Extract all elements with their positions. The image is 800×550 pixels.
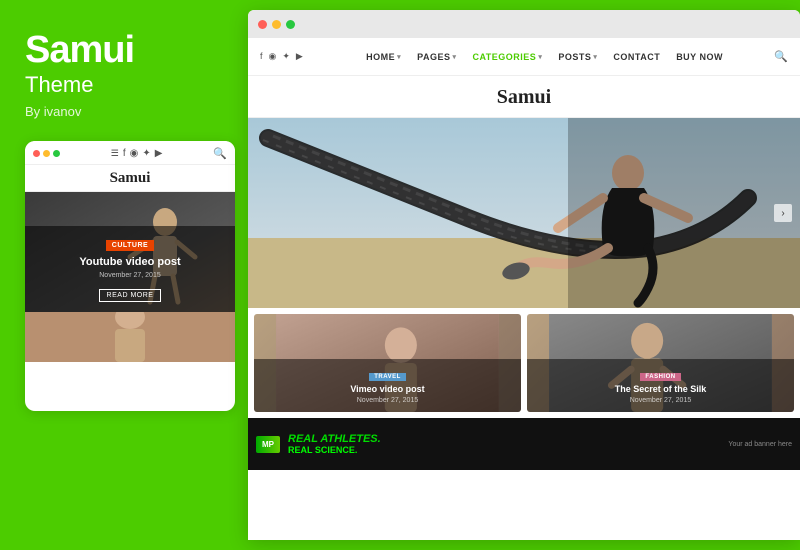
mobile-dot-red xyxy=(33,150,40,157)
mobile-post-date: November 27, 2015 xyxy=(35,272,225,279)
brand-author: By ivanov xyxy=(25,104,228,119)
ad-banner: MP REAL ATHLETES. REAL SCIENCE. Your ad … xyxy=(248,418,800,470)
browser-minimize-dot[interactable] xyxy=(272,20,281,29)
vimeo-category-badge: TRAVEL xyxy=(369,373,406,381)
mobile-twitter-icon: ✦ xyxy=(142,148,150,159)
hero-svg xyxy=(248,118,800,308)
nav-pages-arrow: ▾ xyxy=(452,53,456,61)
nav-youtube-icon[interactable]: ▶ xyxy=(296,51,303,62)
mobile-bottom-image xyxy=(25,312,235,362)
ad-text-block: REAL ATHLETES. REAL SCIENCE. xyxy=(288,433,720,455)
nav-categories-arrow: ▾ xyxy=(538,53,542,61)
nav-buy-now[interactable]: BUY NOW xyxy=(668,52,731,62)
hero-next-button[interactable]: › xyxy=(774,204,792,222)
mobile-site-title: Samui xyxy=(25,165,235,192)
browser-maximize-dot[interactable] xyxy=(286,20,295,29)
nav-home-arrow: ▾ xyxy=(397,53,401,61)
nav-items: HOME ▾ PAGES ▾ CATEGORIES ▾ POSTS ▾ CONT… xyxy=(315,52,774,62)
mobile-post-title: Youtube video post xyxy=(35,255,225,269)
mobile-mockup: ☰ f ◉ ✦ ▶ 🔍 Samui xyxy=(25,141,235,411)
mobile-dots xyxy=(33,150,60,157)
nav-posts-arrow: ▾ xyxy=(593,53,597,61)
vimeo-post-date: November 27, 2015 xyxy=(262,397,513,404)
ad-text-line2: REAL SCIENCE. xyxy=(288,445,720,455)
mobile-bottom-svg xyxy=(25,312,235,362)
ad-logo[interactable]: MP xyxy=(256,436,280,453)
ad-text-line1: REAL ATHLETES. xyxy=(288,433,720,445)
mobile-dot-yellow xyxy=(43,150,50,157)
grid-item-vimeo-overlay: TRAVEL Vimeo video post November 27, 201… xyxy=(254,359,521,412)
mobile-hero-image: CULTURE Youtube video post November 27, … xyxy=(25,192,235,312)
mobile-header-icons: ☰ f ◉ ✦ ▶ xyxy=(111,148,163,159)
mobile-search-icon[interactable]: 🔍 xyxy=(213,147,227,160)
brand-subtitle: Theme xyxy=(25,72,228,98)
mobile-dot-green xyxy=(53,150,60,157)
nav-pages[interactable]: PAGES ▾ xyxy=(409,52,464,62)
grid-item-silk: FASHION The Secret of the Silk November … xyxy=(527,314,794,412)
browser-chrome xyxy=(248,10,800,38)
nav-facebook-icon[interactable]: f xyxy=(260,51,263,62)
browser-site-title: Samui xyxy=(248,76,800,118)
nav-instagram-icon[interactable]: ◉ xyxy=(269,51,277,62)
silk-post-date: November 27, 2015 xyxy=(535,397,786,404)
browser-window: f ◉ ✦ ▶ HOME ▾ PAGES ▾ CATEGORIES ▾ POST… xyxy=(248,10,800,540)
ad-sidebar-text: Your ad banner here xyxy=(728,441,792,448)
mobile-hero-overlay: CULTURE Youtube video post November 27, … xyxy=(25,226,235,312)
nav-twitter-icon[interactable]: ✦ xyxy=(282,51,290,62)
grid-item-vimeo: TRAVEL Vimeo video post November 27, 201… xyxy=(254,314,521,412)
left-panel: Samui Theme By ivanov ☰ f ◉ ✦ ▶ 🔍 Samui xyxy=(0,0,248,550)
nav-categories[interactable]: CATEGORIES ▾ xyxy=(464,52,550,62)
post-grid: TRAVEL Vimeo video post November 27, 201… xyxy=(248,308,800,418)
brand-title: Samui xyxy=(25,30,228,72)
silk-post-title[interactable]: The Secret of the Silk xyxy=(535,384,786,395)
mobile-top-bar: ☰ f ◉ ✦ ▶ 🔍 xyxy=(25,141,235,165)
nav-contact[interactable]: CONTACT xyxy=(605,52,668,62)
silk-category-badge: FASHION xyxy=(640,373,680,381)
mobile-instagram-icon: ◉ xyxy=(130,148,139,159)
nav-bar: f ◉ ✦ ▶ HOME ▾ PAGES ▾ CATEGORIES ▾ POST… xyxy=(248,38,800,76)
hamburger-icon: ☰ xyxy=(111,148,119,159)
grid-item-silk-overlay: FASHION The Secret of the Silk November … xyxy=(527,359,794,412)
nav-search-icon[interactable]: 🔍 xyxy=(774,50,788,63)
vimeo-post-title[interactable]: Vimeo video post xyxy=(262,384,513,395)
nav-posts[interactable]: POSTS ▾ xyxy=(550,52,605,62)
mobile-youtube-icon: ▶ xyxy=(155,148,163,159)
mobile-category-badge: CULTURE xyxy=(106,240,154,251)
mobile-facebook-icon: f xyxy=(123,148,126,159)
mobile-read-more-button[interactable]: READ MORE xyxy=(99,289,162,302)
hero-area: › xyxy=(248,118,800,308)
nav-social-icons: f ◉ ✦ ▶ xyxy=(260,51,303,62)
browser-close-dot[interactable] xyxy=(258,20,267,29)
nav-home[interactable]: HOME ▾ xyxy=(358,52,409,62)
